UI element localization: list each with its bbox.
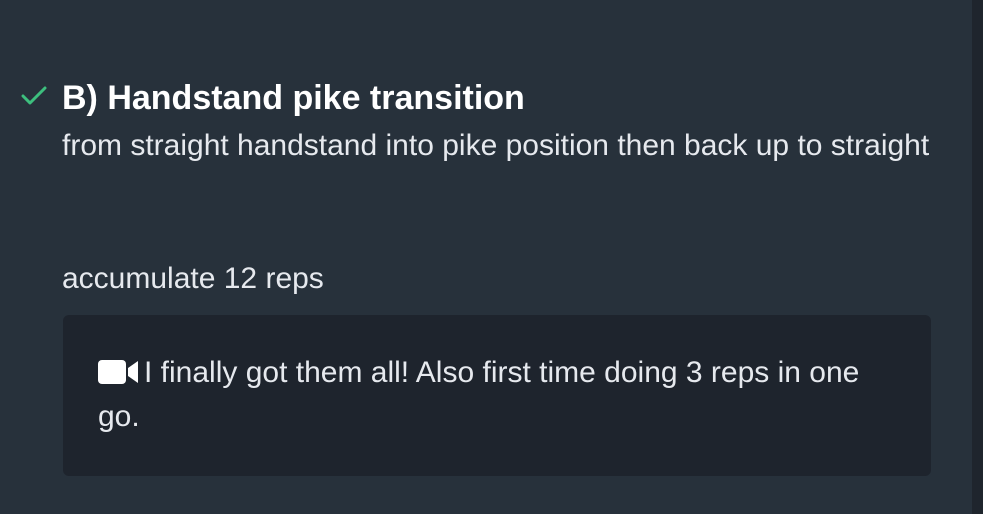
exercise-card: B) Handstand pike transition from straig… (0, 0, 972, 514)
note-text: I finally got them all! Also first time … (98, 356, 860, 433)
note-content: I finally got them all! Also first time … (98, 351, 908, 439)
exercise-description: from straight handstand into pike positi… (62, 129, 930, 162)
note-box: I finally got them all! Also first time … (63, 315, 931, 476)
exercise-title: B) Handstand pike transition (62, 79, 525, 117)
video-camera-icon (98, 360, 138, 384)
checkmark-icon (21, 86, 47, 105)
exercise-target: accumulate 12 reps (62, 262, 324, 295)
